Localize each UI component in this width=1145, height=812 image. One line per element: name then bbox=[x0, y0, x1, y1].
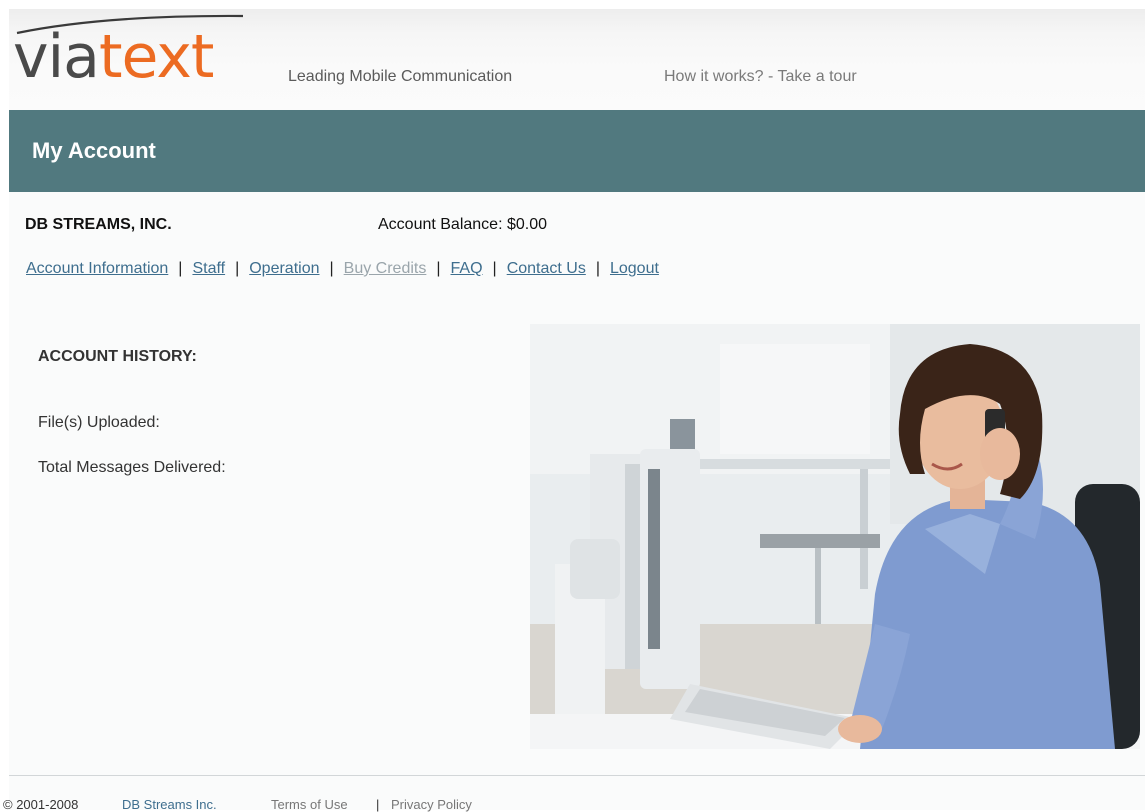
nav-account-information[interactable]: Account Information bbox=[26, 260, 168, 277]
nav-separator: | bbox=[492, 260, 497, 277]
nav-separator: | bbox=[178, 260, 183, 277]
nav-faq[interactable]: FAQ bbox=[451, 260, 483, 277]
nav-staff[interactable]: Staff bbox=[192, 260, 225, 277]
footer: © 2001-2008 DB Streams Inc. Terms of Use… bbox=[3, 797, 1145, 812]
office-photo bbox=[530, 324, 1140, 749]
nav-separator: | bbox=[235, 260, 240, 277]
account-nav: Account Information | Staff | Operation | Buy … bbox=[26, 260, 659, 278]
logo-text: text bbox=[98, 22, 214, 92]
nav-logout[interactable]: Logout bbox=[610, 260, 659, 277]
page-title: My Account bbox=[32, 138, 156, 163]
office-photo-illustration bbox=[530, 324, 1140, 749]
nav-operation[interactable]: Operation bbox=[249, 260, 319, 277]
nav-contact-us[interactable]: Contact Us bbox=[507, 260, 586, 277]
nav-separator: | bbox=[329, 260, 334, 277]
banner: My Account bbox=[9, 110, 1145, 192]
files-uploaded-label: File(s) Uploaded: bbox=[38, 414, 160, 431]
logo-via: via bbox=[13, 22, 100, 92]
tagline: Leading Mobile Communication bbox=[288, 68, 513, 85]
account-balance: Account Balance: $0.00 bbox=[378, 216, 548, 233]
nav-separator: | bbox=[436, 260, 441, 277]
header: viatext Leading Mobile Communication How… bbox=[9, 9, 1145, 110]
nav-buy-credits[interactable]: Buy Credits bbox=[344, 260, 427, 277]
viatext-logo[interactable]: viatext bbox=[13, 21, 214, 93]
footer-divider bbox=[9, 775, 1145, 776]
company-name: DB STREAMS, INC. bbox=[25, 216, 172, 233]
account-history-title: ACCOUNT HISTORY: bbox=[38, 348, 197, 365]
messages-delivered-label: Total Messages Delivered: bbox=[38, 459, 226, 476]
page: viatext Leading Mobile Communication How… bbox=[3, 9, 1145, 812]
tour-link[interactable]: How it works? - Take a tour bbox=[664, 68, 857, 86]
nav-separator: | bbox=[595, 260, 600, 277]
